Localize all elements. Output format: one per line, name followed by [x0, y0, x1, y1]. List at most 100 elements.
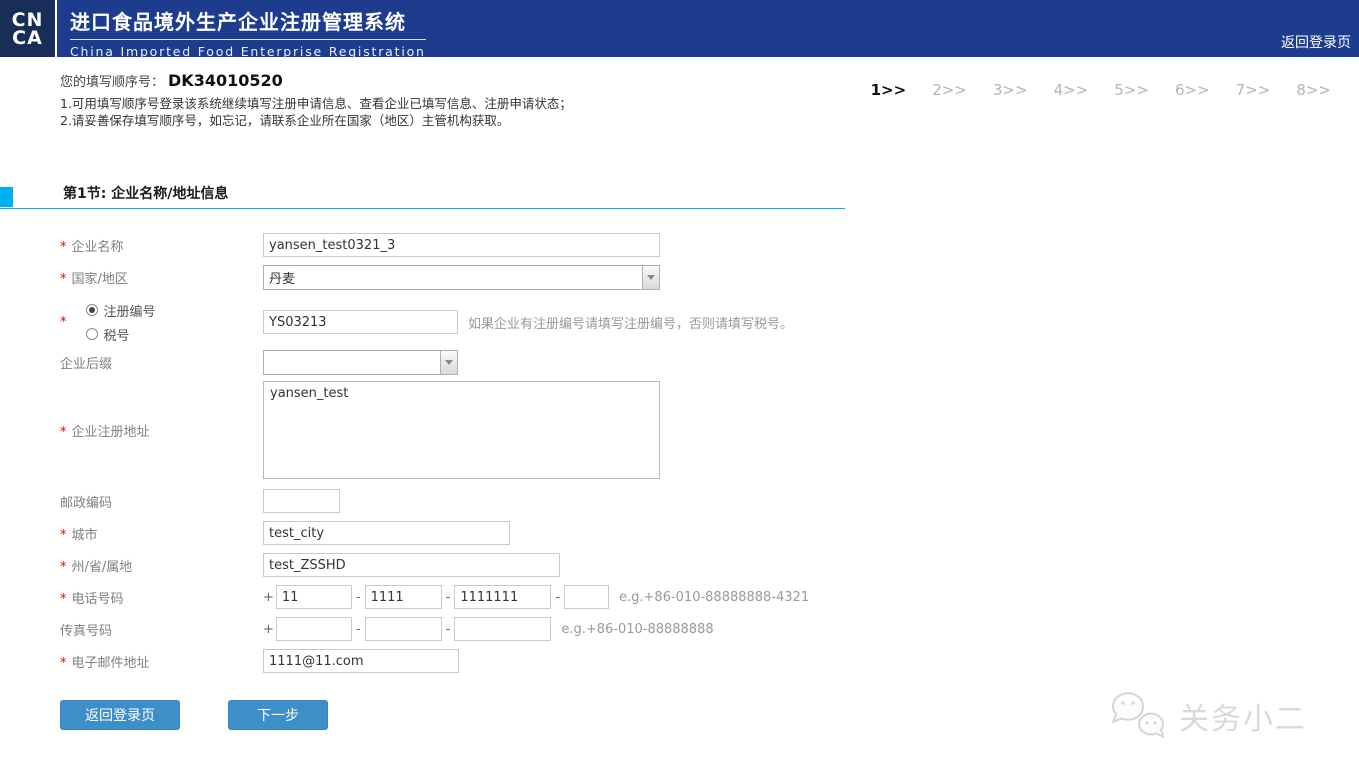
step-6[interactable]: 6>> — [1175, 81, 1210, 99]
phone-number-input[interactable] — [454, 585, 551, 609]
required-mark: * — [60, 425, 67, 440]
radio-selected-icon[interactable] — [86, 304, 98, 316]
cnca-logo-line1: CN — [12, 11, 44, 29]
page-subtitle: China Imported Food Enterprise Registrat… — [70, 44, 426, 59]
dropdown-arrow-icon[interactable] — [440, 351, 457, 374]
back-to-login-button[interactable]: 返回登录页 — [60, 700, 180, 730]
form-actions: 返回登录页 下一步 — [60, 700, 1020, 730]
phone-dash: - — [446, 590, 451, 605]
phone-row: * 电话号码 + - - - e.g.+86-010-88888888-4321 — [60, 585, 1020, 609]
phone-label: * 电话号码 — [60, 588, 263, 607]
country-select-value: 丹麦 — [264, 266, 642, 289]
header-back-to-login-link[interactable]: 返回登录页 — [1281, 32, 1351, 52]
company-suffix-select-value — [264, 351, 440, 374]
state-input[interactable] — [263, 553, 560, 577]
registration-number-row: * 注册编号 税号 如果企业有注册编号请填写注册编号，否则请填写税号。 — [60, 298, 1020, 346]
registration-form: * 企业名称 * 国家/地区 丹麦 * 注册编号 税号 — [60, 233, 1020, 730]
registration-number-label-col: * 注册编号 税号 — [60, 299, 263, 345]
watermark: 关务小二 — [1109, 689, 1307, 743]
section-accent-marker — [0, 187, 13, 207]
registered-address-textarea[interactable]: yansen_test — [263, 381, 660, 479]
phone-label-text: 电话号码 — [72, 592, 124, 607]
country-select[interactable]: 丹麦 — [263, 265, 660, 290]
required-mark: * — [60, 272, 67, 287]
wechat-icon — [1109, 689, 1173, 743]
page-title: 进口食品境外生产企业注册管理系统 — [70, 6, 426, 40]
city-input[interactable] — [263, 521, 510, 545]
registered-address-row: * 企业注册地址 yansen_test — [60, 381, 1020, 479]
id-type-radio-group: 注册编号 税号 — [86, 299, 156, 345]
state-row: * 州/省/属地 — [60, 553, 1020, 577]
phone-plus-sign: + — [263, 590, 274, 605]
radio-unselected-icon[interactable] — [86, 328, 98, 340]
serial-number: DK34010520 — [168, 71, 283, 90]
fax-row: 传真号码 + - - e.g.+86-010-88888888 — [60, 617, 1020, 641]
fax-number-input[interactable] — [454, 617, 551, 641]
company-suffix-select[interactable] — [263, 350, 458, 375]
fax-format-hint: e.g.+86-010-88888888 — [561, 622, 713, 637]
phone-area-code-input[interactable] — [365, 585, 442, 609]
country-label: * 国家/地区 — [60, 268, 263, 287]
next-step-button[interactable]: 下一步 — [228, 700, 328, 730]
registered-address-label-text: 企业注册地址 — [72, 425, 150, 440]
company-name-input[interactable] — [263, 233, 660, 257]
radio-option-tax-number[interactable]: 税号 — [86, 323, 156, 345]
step-3[interactable]: 3>> — [993, 81, 1028, 99]
city-row: * 城市 — [60, 521, 1020, 545]
step-2[interactable]: 2>> — [932, 81, 967, 99]
registration-number-input[interactable] — [263, 310, 458, 334]
cnca-logo: CN CA — [0, 0, 57, 57]
phone-dash: - — [555, 590, 560, 605]
email-input[interactable] — [263, 649, 459, 673]
fax-plus-sign: + — [263, 622, 274, 637]
postcode-label: 邮政编码 — [60, 492, 263, 511]
phone-format-hint: e.g.+86-010-88888888-4321 — [619, 590, 809, 605]
radio-tax-label: 税号 — [104, 325, 130, 344]
state-label: * 州/省/属地 — [60, 556, 263, 575]
company-name-label-text: 企业名称 — [72, 240, 124, 255]
postcode-row: 邮政编码 — [60, 489, 1020, 513]
required-mark: * — [60, 592, 67, 607]
email-row: *电子邮件地址 — [60, 649, 1020, 673]
step-4[interactable]: 4>> — [1054, 81, 1089, 99]
city-label-text: 城市 — [72, 528, 98, 543]
country-label-text: 国家/地区 — [72, 272, 128, 287]
step-indicator: 1>> 2>> 3>> 4>> 5>> 6>> 7>> 8>> — [871, 81, 1331, 99]
required-mark: * — [60, 528, 67, 543]
serial-label: 您的填写顺序号： — [60, 75, 164, 90]
company-suffix-row: 企业后缀 — [60, 350, 1020, 375]
fax-dash: - — [446, 622, 451, 637]
email-label: *电子邮件地址 — [60, 652, 263, 671]
cnca-logo-line2: CA — [12, 29, 43, 47]
state-label-text: 州/省/属地 — [72, 560, 133, 575]
step-8[interactable]: 8>> — [1296, 81, 1331, 99]
serial-info-block: 您的填写顺序号： DK34010520 1.可用填写顺序号登录该系统继续填写注册申… — [60, 71, 572, 129]
fax-dash: - — [356, 622, 361, 637]
instruction-line-2: 2.请妥善保存填写顺序号，如忘记，请联系企业所在国家（地区）主管机构获取。 — [60, 112, 572, 129]
section-header: 第1节: 企业名称/地址信息 — [0, 185, 845, 209]
header-title-block: 进口食品境外生产企业注册管理系统 China Imported Food Ent… — [70, 6, 426, 59]
company-suffix-label: 企业后缀 — [60, 353, 263, 372]
fax-country-code-input[interactable] — [276, 617, 352, 641]
step-5[interactable]: 5>> — [1114, 81, 1149, 99]
fax-area-code-input[interactable] — [365, 617, 442, 641]
app-header: CN CA 进口食品境外生产企业注册管理系统 China Imported Fo… — [0, 0, 1359, 57]
step-1[interactable]: 1>> — [871, 81, 907, 99]
company-suffix-label-text: 企业后缀 — [60, 357, 112, 372]
phone-extension-input[interactable] — [564, 585, 609, 609]
section-title: 第1节: 企业名称/地址信息 — [63, 183, 228, 203]
dropdown-arrow-icon[interactable] — [642, 266, 659, 289]
step-7[interactable]: 7>> — [1236, 81, 1271, 99]
instruction-line-1: 1.可用填写顺序号登录该系统继续填写注册申请信息、查看企业已填写信息、注册申请状… — [60, 95, 572, 112]
fax-label-text: 传真号码 — [60, 624, 112, 639]
radio-option-registration-number[interactable]: 注册编号 — [86, 299, 156, 321]
watermark-text: 关务小二 — [1179, 694, 1307, 738]
registration-number-hint: 如果企业有注册编号请填写注册编号，否则请填写税号。 — [468, 313, 793, 332]
phone-dash: - — [356, 590, 361, 605]
postcode-label-text: 邮政编码 — [60, 496, 112, 511]
required-mark: * — [60, 240, 67, 255]
postcode-input[interactable] — [263, 489, 340, 513]
required-mark: * — [60, 560, 67, 575]
company-name-label: * 企业名称 — [60, 236, 263, 255]
phone-country-code-input[interactable] — [276, 585, 352, 609]
